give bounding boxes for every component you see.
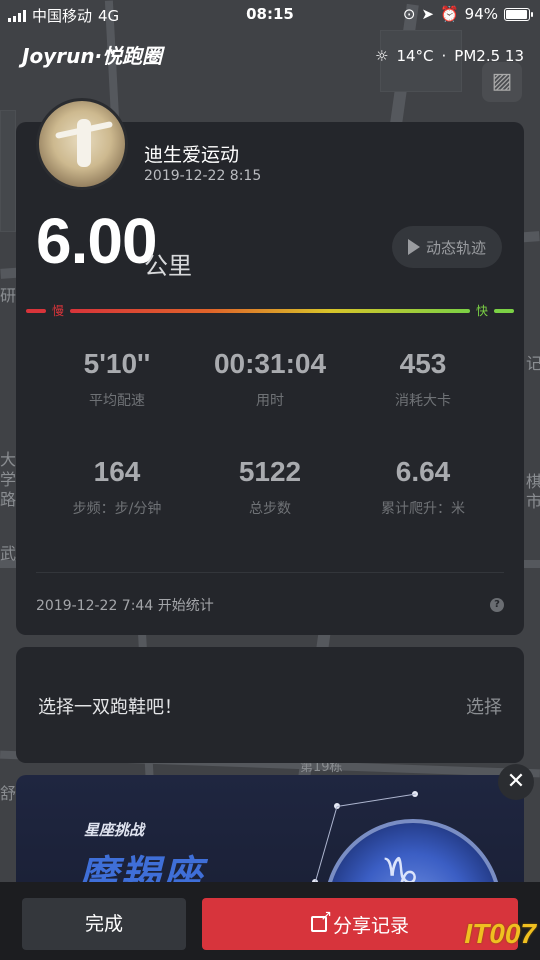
stat-label: 累计爬升：米: [381, 501, 465, 517]
done-button[interactable]: 完成: [22, 898, 186, 950]
stat-label: 用时: [256, 393, 284, 409]
sun-icon: ☼: [375, 47, 389, 65]
divider: [36, 572, 504, 573]
dynamic-track-button[interactable]: 动态轨迹: [391, 226, 502, 268]
stat-label: 平均配速: [89, 393, 145, 409]
map-label: 路: [0, 490, 17, 509]
map-label: 研: [0, 286, 17, 305]
bottom-action-bar: 完成 分享记录 IT007: [0, 882, 540, 960]
username: 迪生爱运动: [144, 144, 240, 166]
start-time-text: 2019-12-22 7:44 开始统计: [36, 598, 214, 614]
run-datetime: 2019-12-22 8:15: [144, 168, 262, 184]
stat-total-steps: 5122 总步数: [185, 456, 355, 518]
promo-tag: 星座挑战: [84, 821, 145, 839]
run-summary-card: 迪生爱运动 2019-12-22 8:15 6.00 公里 动态轨迹 慢 快 5…: [16, 98, 524, 635]
stat-average-pace: 5'10'' 平均配速: [32, 348, 202, 410]
speed-fast-label: 快: [475, 304, 488, 318]
share-record-label: 分享记录: [332, 914, 409, 937]
avatar[interactable]: [36, 98, 128, 190]
map-label: 舒: [0, 784, 17, 803]
shoe-select-button[interactable]: 选择: [466, 693, 502, 719]
shoe-select-card[interactable]: 选择一双跑鞋吧！ 选择: [16, 647, 524, 763]
stat-value: 6.64: [395, 456, 451, 487]
stat-cadence: 164 步频：步/分钟: [32, 456, 202, 518]
stat-value: 00:31:04: [213, 348, 327, 379]
separator: ·: [441, 47, 447, 65]
help-icon[interactable]: ?: [490, 598, 504, 612]
constellation-line: [336, 793, 417, 807]
map-label: 记: [526, 354, 540, 373]
stat-value: 164: [93, 456, 141, 487]
shoe-prompt: 选择一双跑鞋吧！: [38, 697, 182, 718]
distance-value: 6.00: [36, 205, 158, 277]
share-icon: [310, 908, 332, 932]
rotation-lock-icon: ⊙: [402, 5, 416, 23]
map-toggle-button[interactable]: ▨: [482, 62, 522, 102]
battery-icon: [504, 7, 533, 21]
stat-elevation-gain: 6.64 累计爬升：米: [338, 456, 508, 518]
location-icon: ➤: [421, 5, 434, 23]
brand-logo: Joyrun·悦跑圈: [22, 44, 163, 68]
map-label: 武: [0, 544, 17, 563]
speed-gradient-bar: 慢 快: [26, 304, 514, 318]
close-banner-button[interactable]: ✕: [498, 764, 534, 800]
stat-value: 453: [399, 348, 447, 379]
speed-slow-label: 慢: [52, 304, 65, 318]
stat-label: 消耗大卡: [395, 393, 451, 409]
stat-duration: 00:31:04 用时: [185, 348, 355, 410]
stat-value: 5'10'': [83, 348, 151, 379]
battery-percent: 94%: [464, 5, 498, 23]
distance-unit: 公里: [144, 252, 192, 280]
watermark-logo: IT007: [464, 918, 536, 949]
stat-calories: 453 消耗大卡: [338, 348, 508, 410]
stat-label: 步频：步/分钟: [72, 501, 162, 517]
temperature: 14°C: [396, 47, 434, 65]
play-icon: [407, 239, 420, 255]
alarm-icon: ⏰: [439, 5, 459, 23]
stat-label: 总步数: [249, 501, 291, 517]
dynamic-track-label: 动态轨迹: [425, 238, 486, 257]
map-label: 市: [526, 492, 540, 511]
map-image-icon: ▨: [491, 69, 513, 94]
status-bar: 中国移动 4G 08:15 ⊙ ➤ ⏰ 94%: [0, 0, 540, 28]
stat-value: 5122: [238, 456, 302, 487]
